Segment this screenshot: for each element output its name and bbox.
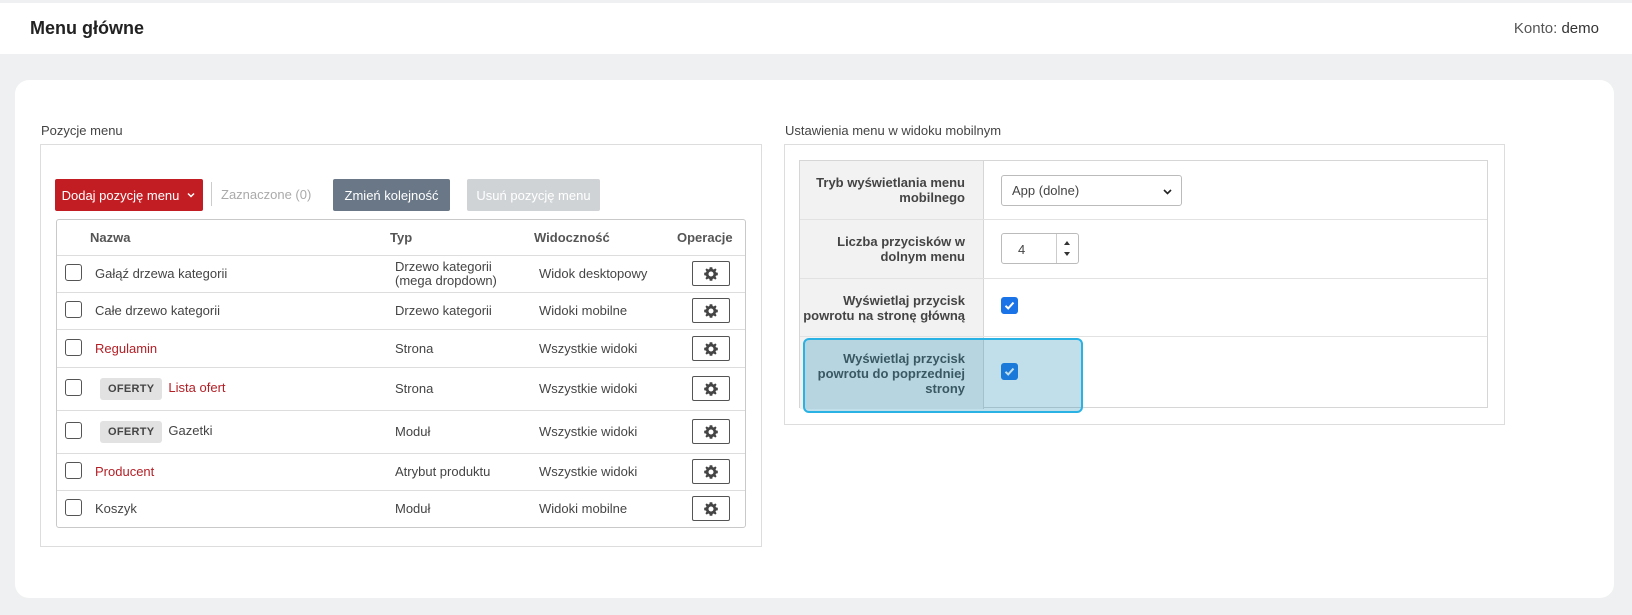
reorder-button[interactable]: Zmień kolejność (333, 179, 450, 211)
column-header-visibility[interactable]: Widoczność (534, 230, 610, 245)
row-visibility: Wszystkie widoki (539, 424, 638, 439)
row-name-link[interactable]: Lista ofert (168, 380, 225, 395)
row-checkbox[interactable] (65, 301, 82, 318)
gear-icon (704, 501, 718, 516)
mobile-settings-section-title: Ustawienia menu w widoku mobilnym (785, 123, 1002, 138)
setting-label-button-count: Liczba przycisków w dolnym menu (800, 220, 984, 278)
row-settings-button[interactable] (692, 459, 730, 484)
table-row: Producent Atrybut produktu Wszystkie wid… (57, 454, 745, 491)
gear-icon (704, 303, 718, 318)
checkmark-icon (1004, 301, 1015, 310)
row-visibility: Wszystkie widoki (539, 464, 638, 479)
setting-row-mode: Tryb wyświetlania menu mobilnego App (dol… (800, 161, 1487, 220)
row-type: Strona (395, 381, 434, 396)
row-settings-button[interactable] (692, 298, 730, 323)
table-row: Koszyk Moduł Widoki mobilne (57, 491, 745, 527)
row-name-cell: OFERTY Lista ofert (100, 378, 226, 400)
table-row: Całe drzewo kategorii Drzewo kategorii W… (57, 293, 745, 330)
row-visibility: Widok desktopowy (539, 266, 648, 281)
row-name[interactable]: Gałąź drzewa kategorii (95, 267, 227, 281)
table-row: Gałąź drzewa kategorii Drzewo kategorii … (57, 255, 745, 293)
row-name-link[interactable]: Producent (95, 465, 154, 479)
stepper-down-icon[interactable] (1064, 252, 1070, 256)
setting-label-mode: Tryb wyświetlania menu mobilnego (800, 161, 984, 219)
row-name[interactable]: Gazetki (168, 423, 212, 438)
account-name[interactable]: demo (1561, 20, 1599, 37)
menu-items-table: Nazwa Typ Widoczność Operacje Gałąź drze… (56, 219, 746, 528)
selected-count: Zaznaczone (0) (211, 182, 311, 206)
account-label: Konto: (1513, 20, 1558, 37)
row-checkbox[interactable] (65, 422, 82, 439)
menu-items-section-title: Pozycje menu (41, 123, 123, 138)
button-count-stepper[interactable]: 4 (1001, 233, 1079, 264)
setting-label-line: Tryb wyświetlania menu (816, 175, 965, 190)
row-name-cell: OFERTY Gazetki (100, 421, 213, 443)
top-bar: Menu główne Konto: demo (0, 3, 1632, 54)
column-header-type[interactable]: Typ (390, 230, 412, 245)
row-settings-button[interactable] (692, 419, 730, 444)
button-count-value: 4 (1018, 242, 1026, 257)
menu-mode-value: App (dolne) (1012, 183, 1080, 198)
row-name-link[interactable]: Regulamin (95, 342, 157, 356)
setting-label-line: mobilnego (899, 190, 965, 205)
gear-icon (704, 464, 718, 479)
setting-row-home-button: Wyświetlaj przycisk powrotu na stronę głó… (800, 279, 1487, 337)
offers-tag: OFERTY (100, 421, 163, 443)
add-menu-item-label: Dodaj pozycję menu (61, 187, 180, 203)
row-visibility: Widoki mobilne (539, 303, 628, 318)
row-visibility: Wszystkie widoki (539, 381, 638, 396)
row-type-line1: Drzewo kategorii (395, 259, 492, 274)
row-visibility: Widoki mobilne (539, 501, 628, 516)
column-header-name[interactable]: Nazwa (90, 230, 130, 245)
focus-highlight (803, 338, 1083, 413)
home-button-checkbox[interactable] (1001, 297, 1018, 314)
row-settings-button[interactable] (692, 496, 730, 521)
row-settings-button[interactable] (692, 336, 730, 361)
setting-label-line: dolnym menu (880, 249, 965, 264)
gear-icon (704, 341, 718, 356)
row-checkbox[interactable] (65, 462, 82, 479)
gear-icon (704, 381, 718, 396)
row-name[interactable]: Koszyk (95, 502, 137, 516)
row-type: Strona (395, 341, 434, 356)
setting-label-line: Liczba przycisków w (837, 234, 965, 249)
row-type: Moduł (395, 424, 431, 439)
row-visibility: Wszystkie widoki (539, 341, 638, 356)
delete-menu-item-button[interactable]: Usuń pozycję menu (467, 179, 600, 211)
row-type: Drzewo kategorii (mega dropdown) (395, 260, 497, 288)
menu-mode-select[interactable]: App (dolne) (1001, 175, 1182, 206)
row-checkbox[interactable] (65, 379, 82, 396)
table-row: OFERTY Lista ofert Strona Wszystkie widok… (57, 368, 745, 411)
setting-label-line: powrotu na stronę główną (803, 307, 965, 323)
column-header-operations: Operacje (677, 230, 733, 245)
stepper-up-icon[interactable] (1064, 241, 1070, 245)
row-checkbox[interactable] (65, 339, 82, 356)
gear-icon (704, 424, 718, 439)
row-type-line2: (mega dropdown) (395, 273, 497, 288)
row-name[interactable]: Całe drzewo kategorii (95, 304, 220, 318)
setting-label-line: Wyświetlaj przycisk (843, 292, 965, 308)
chevron-down-icon (1163, 189, 1172, 195)
setting-label-home-button: Wyświetlaj przycisk powrotu na stronę głó… (800, 279, 984, 336)
offers-tag: OFERTY (100, 378, 163, 400)
row-type: Moduł (395, 501, 431, 516)
row-checkbox[interactable] (65, 264, 82, 281)
row-checkbox[interactable] (65, 499, 82, 516)
row-settings-button[interactable] (692, 261, 730, 286)
add-menu-item-button[interactable]: Dodaj pozycję menu (55, 179, 203, 211)
row-type: Atrybut produktu (395, 464, 491, 479)
page-title: Menu główne (30, 18, 144, 38)
row-type: Drzewo kategorii (395, 303, 492, 318)
stepper-controls[interactable] (1056, 234, 1078, 263)
table-row: OFERTY Gazetki Moduł Wszystkie widoki (57, 411, 745, 454)
gear-icon (704, 266, 718, 281)
chevron-down-icon (187, 192, 195, 198)
row-settings-button[interactable] (692, 376, 730, 401)
account-info: Konto: demo (1514, 20, 1599, 37)
table-row: Regulamin Strona Wszystkie widoki (57, 330, 745, 368)
setting-row-button-count: Liczba przycisków w dolnym menu 4 (800, 220, 1487, 279)
